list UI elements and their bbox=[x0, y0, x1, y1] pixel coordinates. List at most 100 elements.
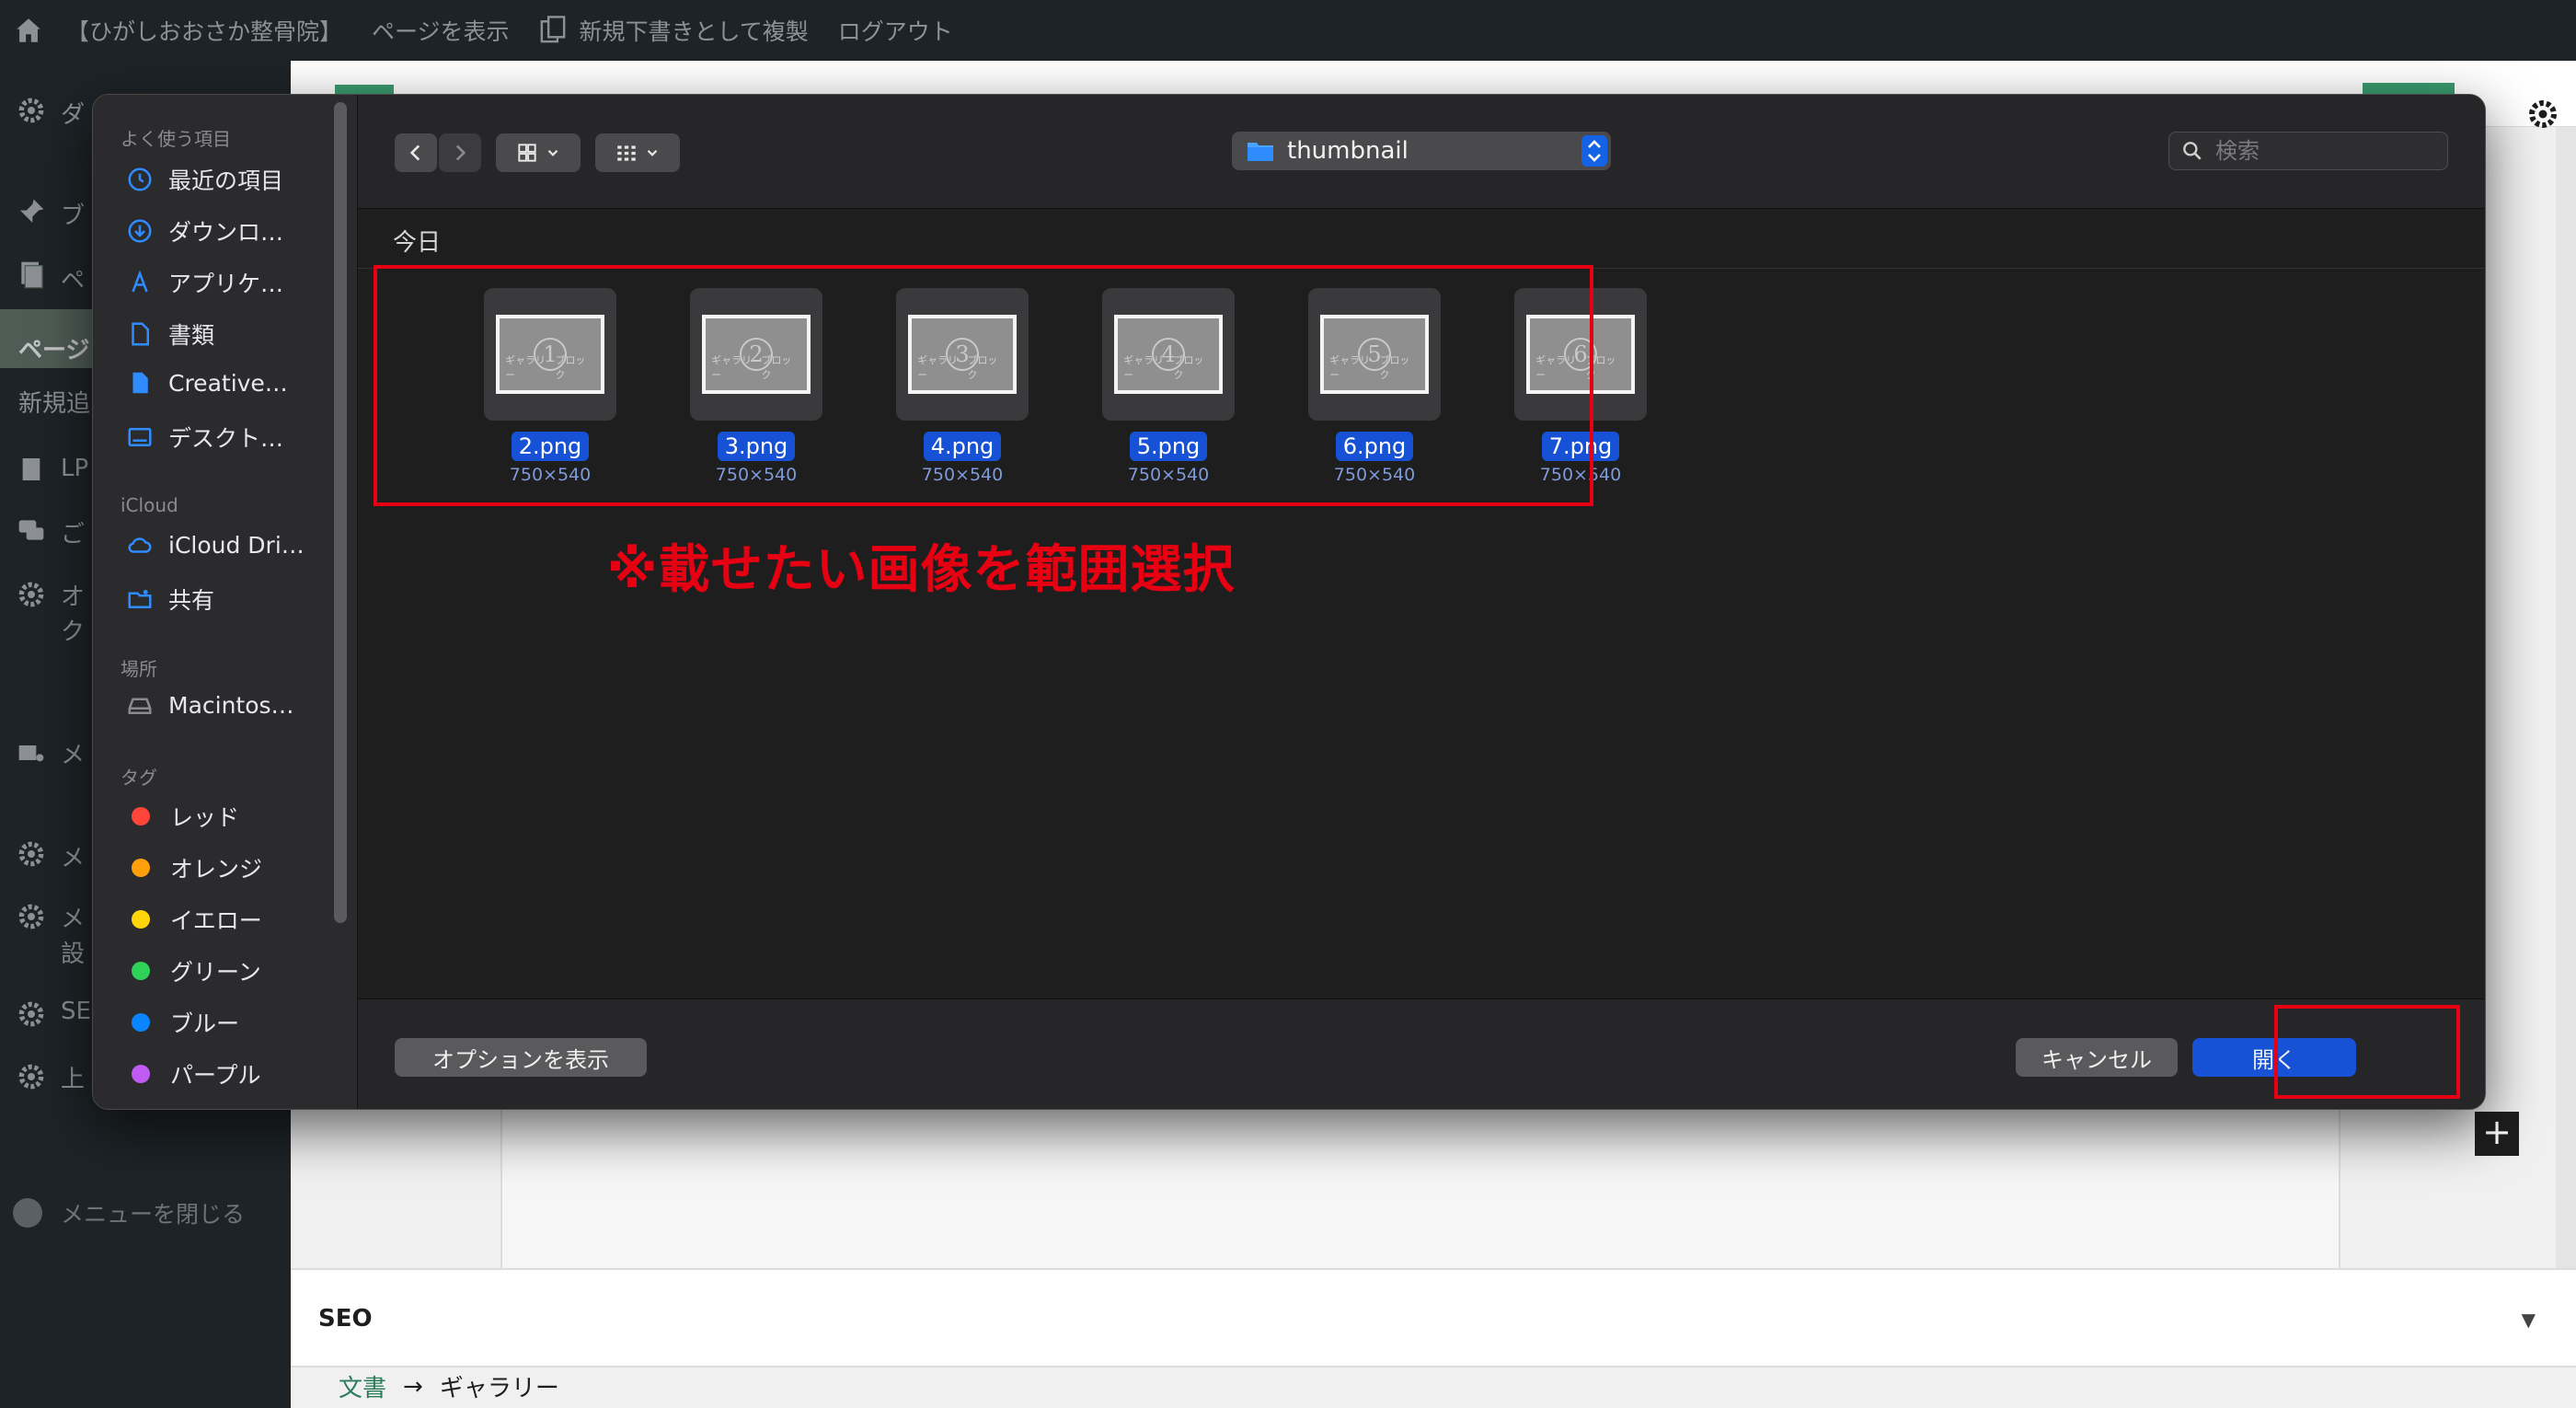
sidebar-item-label: ダウンロ… bbox=[168, 219, 284, 246]
seo-panel-title: SEO bbox=[318, 1305, 373, 1333]
sidebar-tag-orange[interactable]: オレンジ bbox=[126, 851, 262, 884]
menu-media[interactable]: メ bbox=[61, 736, 85, 770]
menu-pages[interactable]: ペ bbox=[61, 261, 85, 295]
sidebar-item-documents[interactable]: 書類 bbox=[126, 317, 214, 351]
menu-gear-icon-1[interactable] bbox=[13, 836, 50, 872]
folder-icon bbox=[1248, 143, 1273, 161]
search-field[interactable] bbox=[2168, 132, 2448, 170]
seo-panel[interactable] bbox=[291, 1268, 2576, 1368]
sidebar-item-creative[interactable]: Creative… bbox=[126, 369, 288, 397]
lp-pages-icon[interactable] bbox=[13, 451, 50, 488]
menu-lp[interactable]: LP bbox=[61, 455, 88, 482]
sidebar-tag-yellow[interactable]: イエロー bbox=[126, 903, 262, 936]
tag-label: イエロー bbox=[170, 907, 262, 934]
editor-scrollbar[interactable] bbox=[2556, 127, 2576, 1268]
current-folder-label: thumbnail bbox=[1287, 137, 1409, 165]
home-icon[interactable] bbox=[13, 15, 44, 46]
sidebar-item-downloads[interactable]: ダウンロ… bbox=[126, 214, 283, 248]
seo-gear-icon[interactable] bbox=[13, 996, 50, 1033]
sidebar-tag-green[interactable]: グリーン bbox=[126, 954, 261, 987]
duplicate-draft-link[interactable]: 新規下書きとして複製 bbox=[539, 14, 809, 47]
back-button[interactable] bbox=[395, 133, 437, 172]
folder-path-popup[interactable]: thumbnail bbox=[1232, 132, 1611, 170]
sidebar-tag-purple[interactable]: パープル bbox=[126, 1057, 261, 1091]
menu-upper[interactable]: 上 bbox=[61, 1060, 85, 1094]
options-gear-icon[interactable] bbox=[13, 576, 50, 613]
menu-item-settings-line: 設 bbox=[61, 941, 86, 968]
pages-icon[interactable] bbox=[13, 256, 50, 293]
file-icon bbox=[132, 372, 148, 394]
menu-comments[interactable]: ご bbox=[61, 515, 85, 549]
search-icon bbox=[2183, 142, 2202, 160]
group-mode-button[interactable] bbox=[595, 133, 680, 172]
desktop-icon bbox=[128, 428, 152, 446]
menu-seo[interactable]: SE bbox=[61, 998, 91, 1025]
sidebar-item-label: アプリケ… bbox=[168, 271, 284, 297]
tag-purple-dot bbox=[132, 1065, 150, 1083]
search-input[interactable] bbox=[2215, 138, 2427, 164]
sidebar-tag-blue[interactable]: ブルー bbox=[126, 1006, 239, 1039]
clock-icon bbox=[128, 167, 152, 191]
copy-icon bbox=[540, 16, 565, 43]
sidebar-item-label: 共有 bbox=[168, 587, 215, 614]
forward-button[interactable] bbox=[439, 133, 481, 172]
cancel-button[interactable]: キャンセル bbox=[2016, 1038, 2178, 1077]
pin-icon[interactable] bbox=[13, 193, 50, 230]
sidebar-item-label: デスクト… bbox=[168, 425, 284, 452]
sidebar-tag-red[interactable]: レッド bbox=[126, 800, 239, 833]
selection-annotation-box bbox=[374, 265, 1593, 506]
chevron-down-icon bbox=[647, 149, 658, 156]
file-open-dialog: よく使う項目 最近の項目 ダウンロ… アプリケ… 書類 Creative… デス… bbox=[92, 94, 2486, 1110]
menu-item-me2[interactable]: メ bbox=[61, 900, 85, 934]
tags-header: タグ bbox=[121, 767, 157, 789]
sidebar-item-label: Macintos… bbox=[168, 691, 294, 719]
comments-icon[interactable] bbox=[13, 512, 50, 548]
chevron-left-icon bbox=[409, 144, 420, 161]
sidebar-scrollbar[interactable] bbox=[334, 102, 347, 923]
add-block-button[interactable]: + bbox=[2475, 1112, 2519, 1156]
seo-expand-icon[interactable]: ▼ bbox=[2522, 1309, 2536, 1331]
tag-label: ブルー bbox=[170, 1010, 240, 1037]
menu-gear-icon-2[interactable] bbox=[13, 898, 50, 935]
close-menu-button[interactable]: メニューを閉じる bbox=[13, 1196, 245, 1229]
group-header-today: 今日 bbox=[393, 229, 442, 257]
logout-link[interactable]: ログアウト bbox=[838, 14, 953, 47]
menu-dashboard[interactable]: ダ bbox=[61, 96, 85, 130]
view-page-link[interactable]: ページを表示 bbox=[372, 14, 510, 47]
chevron-down-icon bbox=[547, 149, 558, 156]
breadcrumb: 文書 → ギャラリー bbox=[339, 1369, 559, 1403]
tag-green-dot bbox=[132, 962, 150, 980]
tag-yellow-dot bbox=[132, 910, 150, 929]
menu-options[interactable]: オ bbox=[61, 578, 85, 612]
dashboard-gear-icon[interactable] bbox=[13, 92, 50, 129]
sidebar-item-label: 書類 bbox=[168, 322, 215, 349]
view-mode-button[interactable] bbox=[496, 133, 581, 172]
group-grid-icon bbox=[617, 145, 636, 161]
tag-blue-dot bbox=[132, 1013, 150, 1032]
locations-header: 場所 bbox=[121, 658, 157, 680]
sidebar-item-applications[interactable]: アプリケ… bbox=[126, 266, 283, 299]
chevron-right-icon bbox=[455, 144, 466, 161]
sidebar-item-macintosh-hd[interactable]: Macintos… bbox=[126, 691, 294, 719]
sidebar-item-icloud-drive[interactable]: iCloud Dri… bbox=[126, 531, 305, 559]
media-icon[interactable] bbox=[13, 734, 50, 771]
tag-label: オレンジ bbox=[170, 856, 263, 883]
sidebar-item-shared[interactable]: 共有 bbox=[126, 583, 214, 616]
submenu-add-new[interactable]: 新規追 bbox=[18, 385, 90, 419]
site-name-link[interactable]: 【ひがしおおさか整骨院】 bbox=[66, 14, 342, 47]
sidebar-item-recents[interactable]: 最近の項目 bbox=[126, 163, 283, 196]
settings-gear-icon[interactable] bbox=[2526, 98, 2559, 131]
submenu-pages-all[interactable]: ページ bbox=[18, 331, 89, 365]
show-options-button[interactable]: オプションを表示 bbox=[395, 1038, 647, 1077]
sidebar-item-desktop[interactable]: デスクト… bbox=[126, 421, 283, 454]
breadcrumb-document[interactable]: 文書 bbox=[339, 1369, 386, 1403]
sidebar-item-label: 最近の項目 bbox=[168, 167, 284, 194]
menu-posts[interactable]: ブ bbox=[61, 197, 85, 231]
icon-grid-icon bbox=[518, 144, 536, 162]
publish-button-edge[interactable] bbox=[2363, 83, 2455, 94]
menu-item-me1[interactable]: メ bbox=[61, 839, 85, 873]
sidebar-item-label: Creative… bbox=[168, 369, 288, 397]
upper-gear-icon[interactable] bbox=[13, 1058, 50, 1095]
tag-label: グリーン bbox=[170, 959, 261, 986]
breadcrumb-gallery[interactable]: ギャラリー bbox=[440, 1369, 559, 1403]
